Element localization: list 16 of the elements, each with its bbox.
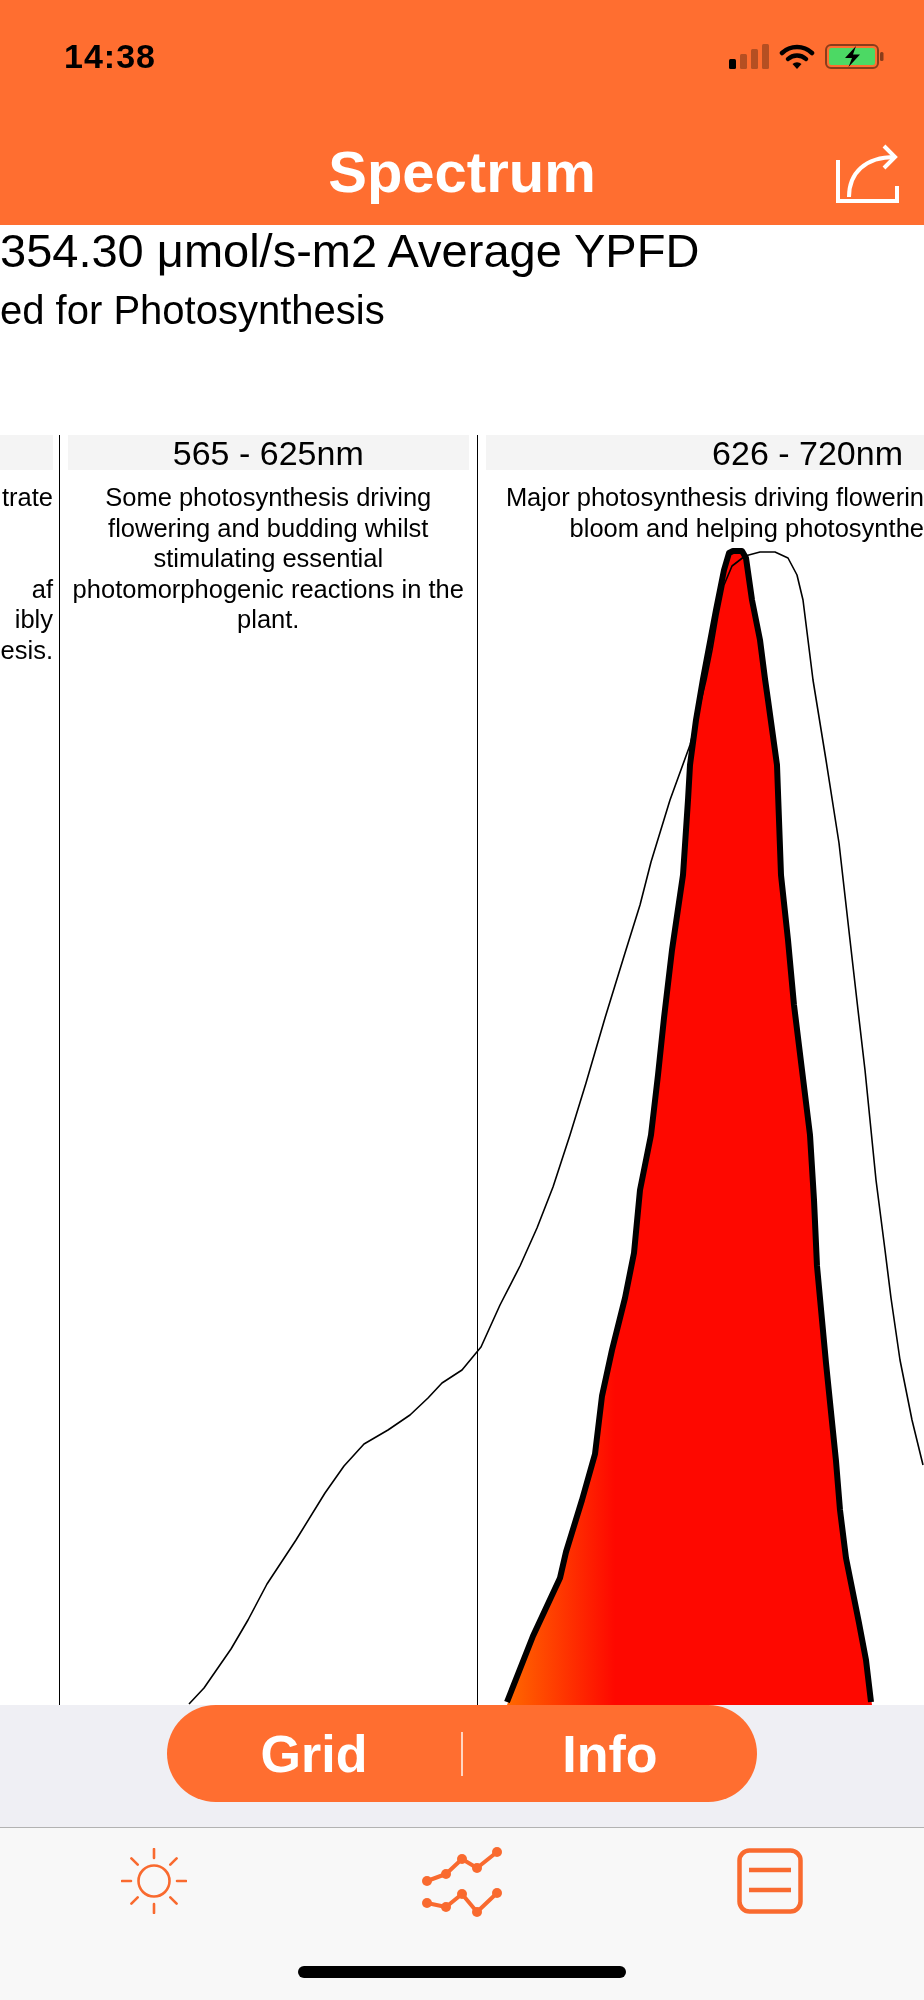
band-description: Some photosynthesis driving flowering and budding whilst stimulating essential photomorphogenic reactions in the plant. — [71, 482, 465, 635]
battery-icon — [825, 43, 884, 69]
signal-icon — [729, 43, 769, 69]
band-header: 626 - 720nm — [485, 435, 924, 470]
band-description: trate af ibly esis. — [0, 482, 53, 666]
band-header: 565 - 625nm — [68, 435, 469, 470]
wifi-icon — [779, 42, 815, 70]
band-description: Major photosynthesis driving flowerin bloom and helping photosynthe — [504, 482, 924, 544]
summary-caption: ed for Photosynthesis — [0, 287, 386, 333]
segment-button[interactable]: Grid — [167, 1705, 461, 1802]
segment-button[interactable]: Info — [463, 1705, 757, 1802]
sun-icon[interactable] — [121, 1848, 187, 1914]
list-icon[interactable] — [737, 1848, 803, 1914]
status-time: 14:38 — [64, 39, 156, 73]
ypfd-reading: 354.30 μmol/s-m2 Average YPFD — [0, 227, 701, 275]
line-chart-icon[interactable] — [421, 1845, 503, 1917]
